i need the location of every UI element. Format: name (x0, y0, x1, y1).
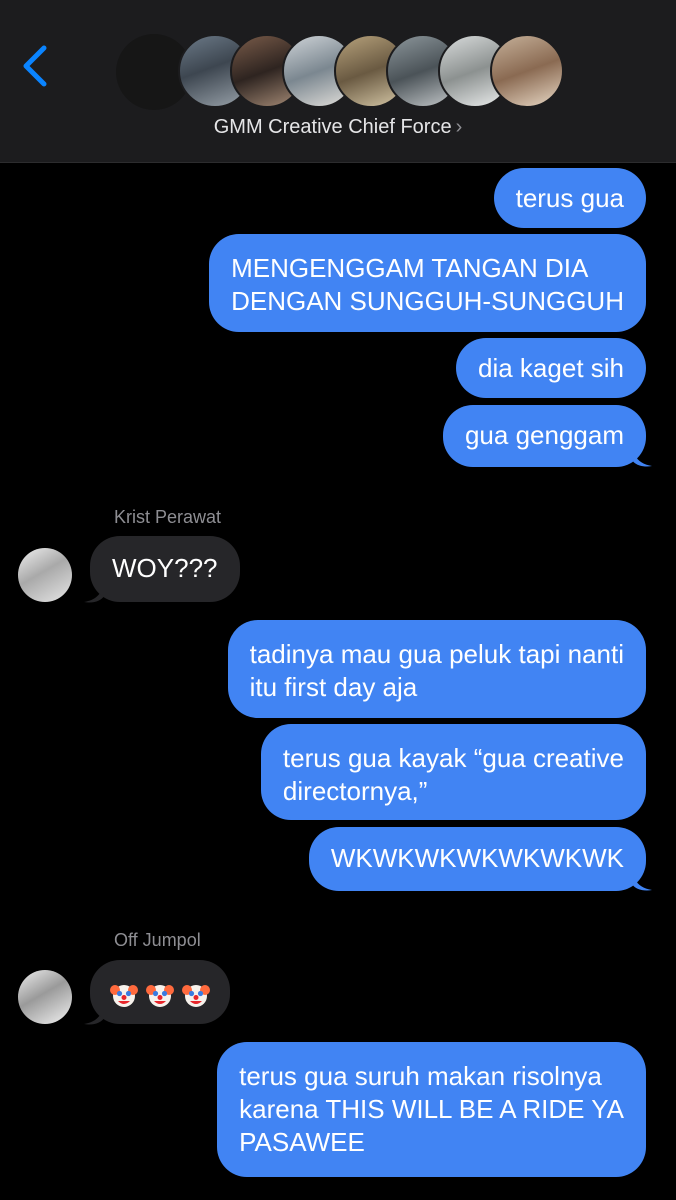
conversation-header: GMM Creative Chief Force › (0, 0, 676, 163)
chevron-right-icon: › (455, 116, 463, 138)
message-text: karena THIS WILL BE A RIDE YA (239, 1094, 624, 1124)
clown-face-icon (146, 985, 174, 1008)
group-avatars[interactable] (116, 34, 576, 110)
message-text: gua genggam (464, 420, 624, 450)
incoming-message[interactable]: WOY??? (90, 536, 240, 602)
sender-name: Off Jumpol (114, 930, 201, 950)
message-text: dia kaget sih (478, 353, 624, 383)
outgoing-message[interactable]: gua genggam (442, 405, 646, 467)
outgoing-message[interactable]: terus gua (493, 168, 646, 228)
outgoing-message[interactable]: tadinya mau gua peluk tapi nanti itu fir… (227, 620, 646, 718)
group-name-label: GMM Creative Chief Force (213, 116, 452, 138)
incoming-message[interactable] (90, 960, 230, 1024)
group-name-button[interactable]: GMM Creative Chief Force › (0, 116, 676, 139)
message-text: itu first day aja (249, 672, 418, 702)
message-text: directornya,” (282, 776, 428, 806)
outgoing-message[interactable]: terus gua suruh makan risolnya karena TH… (217, 1042, 646, 1177)
bubble-tail (632, 446, 652, 467)
message-text: terus gua (515, 183, 624, 213)
message-text: MENGENGGAM TANGAN DIA (231, 253, 589, 283)
message-text: terus gua kayak “gua creative (282, 743, 624, 773)
clown-face-icon (110, 985, 138, 1008)
message-text: DENGAN SUNGGUH-SUNGGUH (231, 286, 624, 316)
message-text: PASAWEE (239, 1127, 365, 1157)
sender-avatar[interactable] (18, 970, 72, 1024)
outgoing-message[interactable]: MENGENGGAM TANGAN DIA DENGAN SUNGGUH-SUN… (209, 234, 646, 332)
clown-face-icon (182, 985, 210, 1008)
sender-avatar[interactable] (18, 548, 72, 602)
bubble-tail (632, 870, 652, 891)
message-text: terus gua suruh makan risolnya (239, 1061, 602, 1091)
member-avatar (490, 34, 564, 108)
outgoing-message[interactable]: terus gua kayak “gua creative directorny… (260, 724, 646, 820)
outgoing-message[interactable]: WKWKWKWKWKWKWK (308, 827, 646, 891)
message-text: tadinya mau gua peluk tapi nanti (249, 639, 624, 669)
message-text: WOY??? (112, 553, 218, 583)
sender-name: Krist Perawat (114, 507, 222, 527)
chevron-left-icon[interactable] (18, 42, 54, 90)
message-text: WKWKWKWKWKWKWK (330, 843, 624, 873)
outgoing-message[interactable]: dia kaget sih (456, 338, 646, 398)
